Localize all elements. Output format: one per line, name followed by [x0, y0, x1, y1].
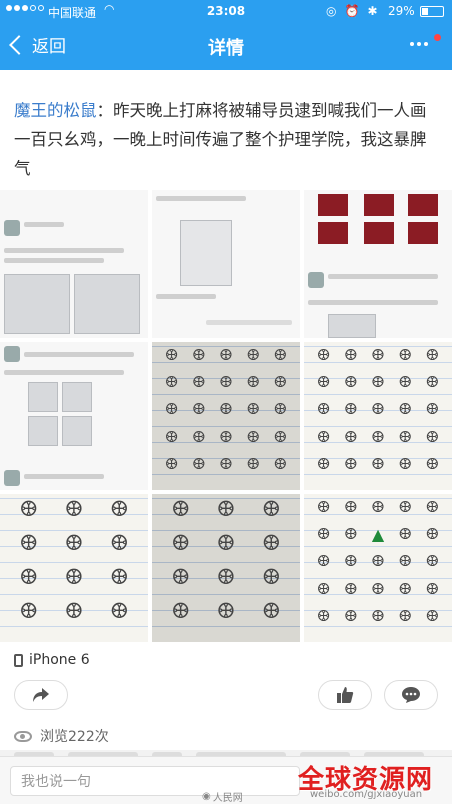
battery-level — [422, 8, 428, 15]
like-button[interactable] — [318, 680, 372, 710]
author-separator: ： — [96, 101, 114, 120]
alarm-icon: ⏰ — [344, 4, 360, 18]
device-label: iPhone 6 — [29, 652, 90, 668]
post-body: 魔王的松鼠：昨天晚上打麻将被辅导员逮到喊我们一人画一百只幺鸡，一晚上时间传遍了整… — [14, 96, 442, 183]
view-count-label: 浏览222次 — [40, 729, 109, 745]
post-actions — [0, 680, 452, 714]
status-bar: 中国联通 ◠ 23:08 ◎ ⏰ ✱ 29% — [0, 0, 452, 22]
share-arrow-icon — [33, 688, 49, 702]
author-name[interactable]: 魔王的松鼠 — [14, 101, 97, 120]
status-icons: ◎ ⏰ ✱ — [326, 4, 378, 18]
post-image-3[interactable] — [304, 190, 452, 338]
image-grid: 𐃏𐃏𐃏𐃏𐃏𐃏𐃏𐃏𐃏𐃏𐃏𐃏𐃏𐃏𐃏𐃏𐃏𐃏𐃏𐃏𐃏𐃏𐃏𐃏𐃏 𐃏𐃏𐃏𐃏𐃏𐃏𐃏𐃏𐃏𐃏𐃏𐃏𐃏𐃏… — [0, 190, 452, 642]
watermark-site: 全球资源网 — [298, 765, 434, 795]
battery-icon — [420, 6, 444, 17]
post-image-2[interactable] — [152, 190, 300, 338]
device-source: iPhone 6 — [14, 652, 90, 668]
share-button[interactable] — [14, 680, 68, 710]
watermark-people: ◉ 人民网 — [202, 791, 243, 804]
more-button[interactable] — [410, 42, 428, 46]
location-icon: ◎ — [326, 4, 337, 18]
app-header: 中国联通 ◠ 23:08 ◎ ⏰ ✱ 29% 返回 详情 — [0, 0, 452, 70]
bluetooth-icon: ✱ — [367, 4, 378, 18]
post-image-1[interactable] — [0, 190, 148, 338]
post-image-7[interactable]: 𐃏𐃏𐃏𐃏𐃏𐃏𐃏𐃏𐃏𐃏𐃏𐃏 — [0, 494, 148, 642]
post-image-9[interactable]: 𐃏 𐃏 𐃏 𐃏 𐃏 𐃏 𐃏 ▲ 𐃏 𐃏 𐃏 𐃏 𐃏 𐃏 𐃏 𐃏 𐃏 𐃏 𐃏 𐃏 𐃏 𐃏 𐃏 𐃏 𐃏 — [304, 494, 452, 642]
weibo-icon: ◉ — [202, 791, 211, 802]
more-dots-icon — [410, 42, 414, 46]
post-image-6[interactable]: 𐃏𐃏𐃏𐃏𐃏𐃏𐃏𐃏𐃏𐃏𐃏𐃏𐃏𐃏𐃏𐃏𐃏𐃏𐃏𐃏𐃏𐃏𐃏𐃏𐃏 — [304, 342, 452, 490]
comment-bubble-icon — [402, 687, 420, 703]
phone-icon — [14, 653, 23, 667]
view-count: 浏览222次 — [14, 726, 109, 746]
page-title: 详情 — [208, 38, 244, 59]
comment-bar: ◉人民网 weibo.com/gjxiaoyuan 全球资源网 — [0, 756, 452, 804]
clock: 23:08 — [206, 4, 246, 18]
comment-button[interactable] — [384, 680, 438, 710]
nav-bar: 返回 详情 — [0, 22, 452, 70]
post-image-8[interactable]: 𐃏𐃏𐃏𐃏𐃏𐃏𐃏𐃏𐃏𐃏𐃏𐃏 — [152, 494, 300, 642]
notification-badge — [434, 34, 441, 41]
post-card: 魔王的松鼠：昨天晚上打麻将被辅导员逮到喊我们一人画一百只幺鸡，一晚上时间传遍了整… — [0, 70, 452, 760]
comment-input[interactable] — [10, 766, 300, 796]
post-image-4[interactable] — [0, 342, 148, 490]
eye-icon — [14, 730, 32, 742]
post-image-5[interactable]: 𐃏𐃏𐃏𐃏𐃏𐃏𐃏𐃏𐃏𐃏𐃏𐃏𐃏𐃏𐃏𐃏𐃏𐃏𐃏𐃏𐃏𐃏𐃏𐃏𐃏 — [152, 342, 300, 490]
thumbs-up-icon — [337, 687, 354, 703]
battery-percent: 29% — [388, 4, 415, 18]
